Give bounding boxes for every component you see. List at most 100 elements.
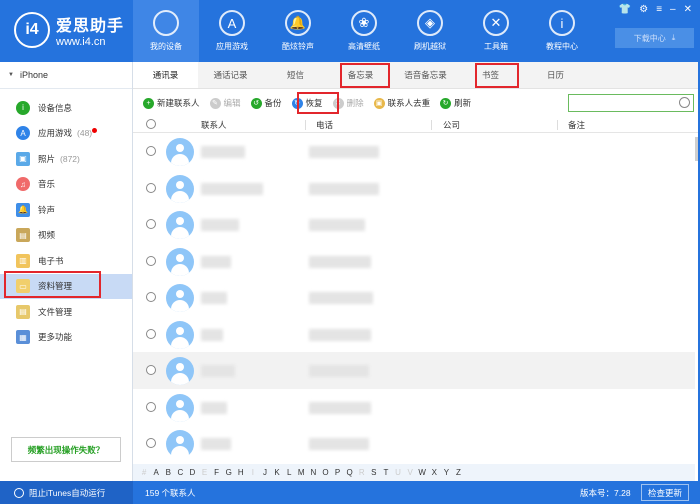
download-center-button[interactable]: 下载中心 ⤓ [615,28,694,48]
column-divider [557,120,558,130]
alphabet-letter[interactable]: X [428,468,440,477]
sidebar-item-5[interactable]: ▤ 视频 [0,223,132,249]
toolbar-button-5[interactable]: ▣ 联系人去重 [373,97,430,109]
alphabet-letter[interactable]: K [271,468,283,477]
table-row[interactable] [133,242,695,279]
alphabet-letter[interactable]: S [368,468,380,477]
caret-down-icon: ▼ [8,72,14,78]
sidebar-item-8[interactable]: ▤ 文件管理 [0,299,132,325]
toolbar-button-6[interactable]: ↻ 刷新 [440,97,471,109]
alphabet-letter[interactable]: A [150,468,162,477]
tab-2[interactable]: 短信 [263,62,328,88]
sidebar-item-3[interactable]: ♫ 音乐 [0,172,132,198]
alphabet-letter[interactable]: O [319,468,331,477]
skin-icon[interactable]: 👕 [619,4,631,15]
search-input[interactable] [568,94,694,112]
tab-1[interactable]: 通话记录 [198,62,263,88]
row-checkbox[interactable] [146,146,156,156]
alphabet-letter[interactable]: H [235,468,247,477]
alphabet-letter[interactable]: D [186,468,198,477]
nav-item-3[interactable]: ❀ 高清壁纸 [331,0,397,62]
alphabet-letter[interactable]: N [307,468,319,477]
toolbar-button-1[interactable]: ✎ 编辑 [209,97,241,109]
column-phone[interactable]: 电话 [316,119,333,131]
toolbar-button-2[interactable]: ↺ 备份 [250,97,282,109]
select-all-checkbox[interactable] [146,119,156,129]
row-checkbox[interactable] [146,182,156,193]
row-checkbox[interactable] [146,255,156,266]
alphabet-letter[interactable]: G [223,468,235,477]
nav-item-6[interactable]: i 教程中心 [529,0,595,62]
alphabet-letter[interactable]: P [332,468,344,477]
close-icon[interactable]: ✕ [684,4,692,15]
settings-icon[interactable]: ⚙ [639,4,648,15]
row-checkbox[interactable] [146,438,156,448]
alphabet-letter[interactable]: M [295,468,307,477]
alphabet-letter[interactable]: U [392,468,404,477]
table-row[interactable] [133,206,695,243]
block-itunes-label: 阻止iTunes自动运行 [29,487,106,498]
table-row[interactable] [133,315,695,352]
alphabet-letter[interactable]: L [283,468,295,477]
sidebar-item-label: 文件管理 [38,306,73,317]
alphabet-letter[interactable]: V [404,468,416,477]
alphabet-letter[interactable]: F [211,468,223,477]
alphabet-index: # A B C D E F G H I J K L M N O P Q R S T U V W X Y Z [133,464,695,481]
status-bar: 阻止iTunes自动运行 159 个联系人 版本号：7.28 检查更新 [0,481,700,504]
minimize-icon[interactable]: – [670,4,676,15]
help-button[interactable]: 频繁出现操作失败？ [11,437,121,462]
block-itunes-toggle[interactable]: 阻止iTunes自动运行 [0,481,133,504]
toolbar-label: 新建联系人 [157,98,200,108]
table-row[interactable] [133,169,695,206]
alphabet-letter[interactable]: E [198,468,210,477]
column-notes[interactable]: 备注 [568,119,585,131]
alphabet-letter[interactable]: # [138,468,150,477]
nav-item-0[interactable]: 我的设备 [133,0,199,62]
column-company[interactable]: 公司 [443,119,460,131]
table-row[interactable] [133,388,695,425]
table-row[interactable] [133,352,695,389]
row-checkbox[interactable] [146,401,156,412]
row-checkbox[interactable] [146,219,156,229]
alphabet-letter[interactable]: Q [344,468,356,477]
alphabet-letter[interactable]: I [247,468,259,477]
check-update-button[interactable]: 检查更新 [641,484,689,501]
tab-0[interactable]: 通讯录 [133,62,198,88]
alphabet-letter[interactable]: T [380,468,392,477]
table-row[interactable] [133,279,695,316]
sidebar-item-2[interactable]: ▣ 照片 (872) [0,146,132,172]
contact-name-redacted [201,219,239,231]
alphabet-letter[interactable]: C [174,468,186,477]
alphabet-letter[interactable]: Y [440,468,452,477]
row-checkbox[interactable] [146,328,156,339]
nav-item-2[interactable]: 🔔 酷炫铃声 [265,0,331,62]
alphabet-letter[interactable]: R [356,468,368,477]
phone-redacted [309,146,379,158]
avatar-icon [166,247,194,276]
tab-6[interactable]: 日历 [523,62,588,88]
radio-icon [14,487,24,498]
column-contact[interactable]: 联系人 [201,119,227,131]
alphabet-letter[interactable]: Z [452,468,464,477]
sidebar-item-6[interactable]: ▥ 电子书 [0,248,132,274]
table-row[interactable] [133,133,695,170]
alphabet-letter[interactable]: J [259,468,271,477]
sidebar-item-0[interactable]: i 设备信息 [0,95,132,121]
nav-item-5[interactable]: ✕ 工具箱 [463,0,529,62]
sidebar-item-1[interactable]: A 应用游戏 (48) [0,121,132,147]
highlight-box [297,92,339,114]
nav-item-4[interactable]: ◈ 刷机越狱 [397,0,463,62]
search-icon[interactable] [679,97,690,108]
device-header[interactable]: ▼ iPhone [0,62,132,89]
alphabet-letter[interactable]: W [416,468,428,477]
nav-item-1[interactable]: A 应用游戏 [199,0,265,62]
sidebar-item-9[interactable]: ▦ 更多功能 [0,325,132,351]
row-checkbox[interactable] [146,365,156,375]
sidebar-item-4[interactable]: 🔔 铃声 [0,197,132,223]
alphabet-letter[interactable]: B [162,468,174,477]
toolbar-button-0[interactable]: + 新建联系人 [143,97,200,109]
menu-icon[interactable]: ≡ [656,4,662,15]
tab-4[interactable]: 语音备忘录 [393,62,458,88]
row-checkbox[interactable] [146,292,156,302]
table-row[interactable] [133,425,695,455]
